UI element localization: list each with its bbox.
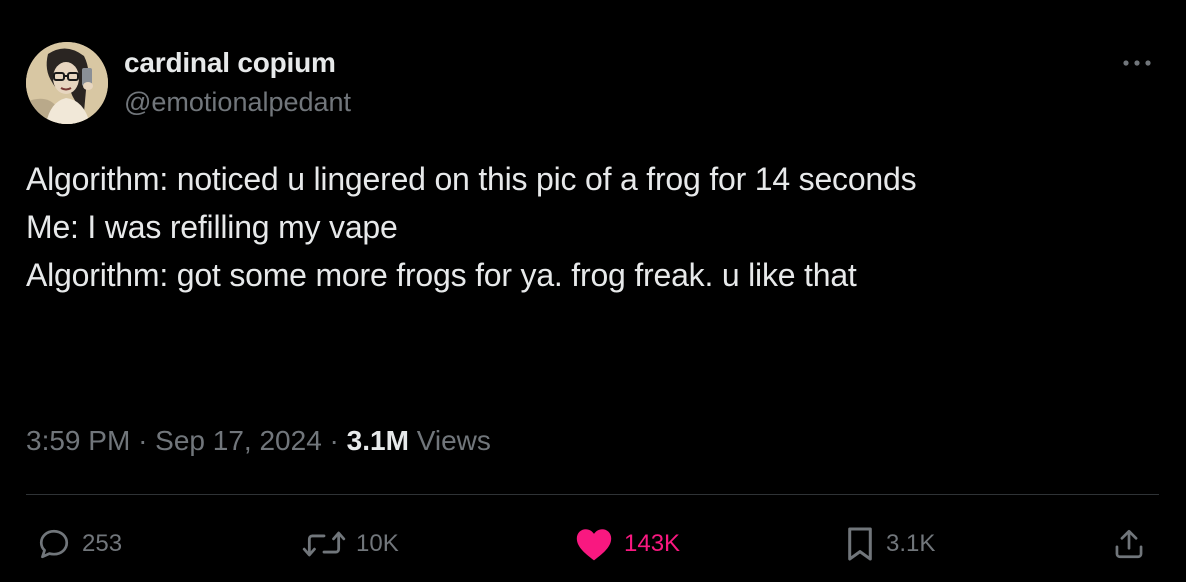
bookmark-button[interactable]: 3.1K — [844, 524, 935, 564]
tweet-text: Algorithm: noticed u lingered on this pi… — [26, 155, 1156, 299]
tweet-line: Algorithm: noticed u lingered on this pi… — [26, 161, 917, 197]
views-label: Views — [416, 425, 491, 456]
reply-count: 253 — [82, 530, 123, 557]
heart-filled-icon — [576, 529, 612, 561]
author-handle[interactable]: @emotionalpedant — [124, 87, 351, 118]
repost-arrows-icon — [302, 531, 346, 557]
bookmark-icon — [848, 527, 872, 561]
share-upload-icon — [1115, 529, 1143, 559]
meta-separator: · — [138, 425, 148, 456]
author-display-name[interactable]: cardinal copium — [124, 47, 336, 79]
tweet-date[interactable]: Sep 17, 2024 — [155, 425, 322, 456]
repost-count: 10K — [356, 530, 399, 557]
divider — [26, 494, 1159, 495]
avatar[interactable] — [26, 42, 108, 124]
views-count[interactable]: 3.1M — [347, 425, 409, 456]
meta-separator: · — [329, 425, 339, 456]
tweet-line: Algorithm: got some more frogs for ya. f… — [26, 257, 857, 293]
more-options-button[interactable] — [1120, 48, 1154, 78]
share-button[interactable] — [1112, 524, 1156, 564]
tweet-card: cardinal copium @emotionalpedant Algorit… — [0, 0, 1186, 582]
more-horizontal-icon — [1123, 60, 1151, 66]
tweet-metadata: 3:59 PM · Sep 17, 2024 · 3.1M Views — [26, 425, 491, 457]
tweet-time[interactable]: 3:59 PM — [26, 425, 130, 456]
reply-button[interactable]: 253 — [36, 524, 122, 564]
avatar-illustration — [26, 42, 108, 124]
reply-bubble-icon — [39, 529, 69, 559]
tweet-line: Me: I was refilling my vape — [26, 209, 398, 245]
like-count: 143K — [624, 530, 681, 557]
repost-button[interactable]: 10K — [302, 524, 399, 564]
bookmark-count: 3.1K — [886, 530, 936, 557]
like-button[interactable]: 143K — [574, 524, 680, 564]
